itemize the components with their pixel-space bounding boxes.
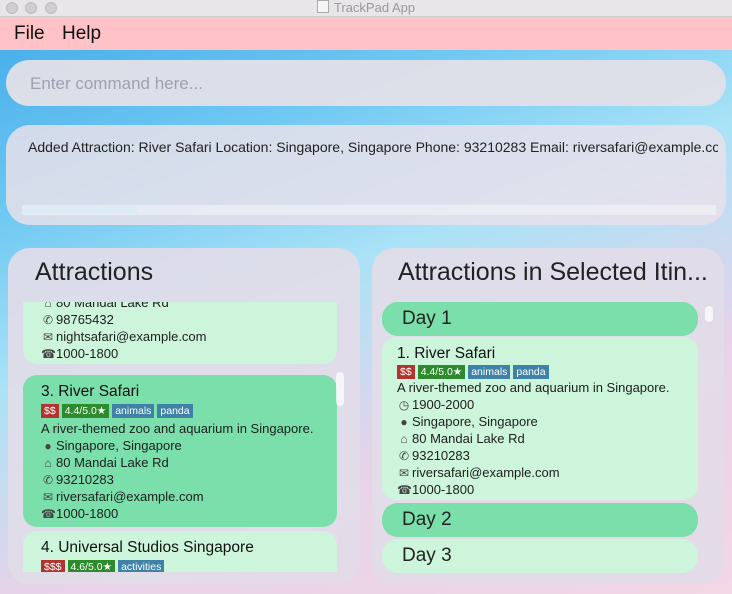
price-tag: $$	[41, 404, 59, 418]
attraction-description: A river-themed zoo and aquarium in Singa…	[41, 421, 314, 436]
attraction-phone: 93210283	[56, 472, 114, 487]
rating-tag: 4.4/5.0★	[417, 365, 466, 379]
itinerary-attraction-card[interactable]: 1. River Safari $$ 4.4/5.0★ animals panda A…	[382, 337, 698, 500]
day-label: Day 2	[402, 509, 452, 530]
window-title: TrackPad App	[0, 0, 732, 16]
house-icon: ⌂	[400, 432, 408, 446]
day-label: Day 1	[402, 308, 452, 329]
command-input[interactable]	[28, 60, 712, 108]
attraction-email: riversafari@example.com	[412, 465, 560, 480]
rating-tag: 4.4/5.0★	[61, 404, 110, 418]
globe-icon: ●	[400, 415, 408, 429]
day-label: Day 3	[402, 545, 452, 566]
attraction-location: Singapore, Singapore	[56, 438, 182, 453]
email-icon: ✉	[42, 490, 54, 504]
result-horizontal-scrollbar[interactable]	[22, 205, 716, 215]
tag-label: activities	[118, 560, 165, 572]
attraction-hours: 1000-1800	[56, 346, 119, 361]
day-header-2[interactable]: Day 2	[382, 503, 698, 537]
tag-label: panda	[157, 404, 193, 418]
attraction-address: 80 Mandai Lake Rd	[412, 431, 525, 446]
clock-board-icon: ☎	[41, 507, 56, 521]
itinerary-scrollbar[interactable]	[705, 306, 713, 322]
price-tag: $$$	[41, 560, 65, 572]
tag-label: animals	[112, 404, 155, 418]
itinerary-title: Attractions in Selected Itin...	[398, 258, 708, 286]
clock-board-icon: ☎	[397, 483, 412, 497]
phone-icon: ✆	[398, 449, 410, 463]
attraction-hours: 1000-1800	[56, 506, 119, 521]
command-box	[6, 60, 726, 108]
attraction-hours: 1000-1800	[412, 482, 475, 497]
attraction-address: 80 Mandai Lake Rd	[56, 302, 169, 310]
itinerary-panel: Attractions in Selected Itin... Day 1 1.…	[372, 248, 724, 584]
attraction-email: riversafari@example.com	[56, 489, 204, 504]
attraction-card-partial[interactable]: ⌂ 80 Mandai Lake Rd ✆ 98765432 ✉ nightsafar…	[23, 302, 337, 364]
attraction-address: 80 Mandai Lake Rd	[56, 455, 169, 470]
attraction-name: 1. River Safari	[397, 345, 496, 362]
clock-board-icon: ☎	[41, 347, 56, 361]
attraction-card-next[interactable]: 4. Universal Studios Singapore $$$ 4.6/5.…	[23, 531, 337, 572]
price-tag: $$	[397, 365, 415, 379]
attraction-name: 3. River Safari	[41, 383, 140, 400]
day-header-1[interactable]: Day 1	[382, 302, 698, 336]
email-icon: ✉	[398, 466, 410, 480]
attraction-description: A river-themed zoo and aquarium in Singa…	[397, 380, 670, 395]
phone-icon: ✆	[42, 473, 54, 487]
globe-icon: ●	[44, 439, 52, 453]
house-icon: ⌂	[44, 456, 52, 470]
phone-icon: ✆	[42, 313, 54, 327]
result-text: Added Attraction: River Safari Location:…	[28, 139, 718, 155]
result-scrollbar-thumb[interactable]	[24, 206, 138, 214]
menu-file[interactable]: File	[14, 17, 45, 50]
attraction-location: Singapore, Singapore	[412, 414, 538, 429]
attraction-phone: 93210283	[412, 448, 470, 463]
attraction-phone: 98765432	[56, 312, 114, 327]
day-header-3[interactable]: Day 3	[382, 539, 698, 573]
attractions-panel: Attractions ⌂ 80 Mandai Lake Rd ✆ 98765432…	[8, 248, 360, 584]
window-title-text: TrackPad App	[333, 0, 416, 15]
attraction-card-selected[interactable]: 3. River Safari $$ 4.4/5.0★ animals panda A…	[23, 375, 337, 527]
result-display: Added Attraction: River Safari Location:…	[6, 125, 726, 225]
attraction-name: 4. Universal Studios Singapore	[41, 539, 254, 556]
attractions-title: Attractions	[35, 258, 154, 286]
attraction-email: nightsafari@example.com	[56, 329, 207, 344]
menu-bar: File Help	[0, 17, 732, 50]
tag-label: panda	[513, 365, 549, 379]
rating-tag: 4.6/5.0★	[67, 560, 116, 572]
app-icon	[316, 0, 329, 13]
attractions-scrollbar[interactable]	[336, 372, 344, 406]
visit-time: 1900-2000	[412, 397, 475, 412]
attractions-list[interactable]: ⌂ 80 Mandai Lake Rd ✆ 98765432 ✉ nightsafar…	[23, 302, 345, 572]
clock-icon: ◷	[398, 398, 410, 412]
window-titlebar: TrackPad App	[0, 0, 732, 17]
tag-label: animals	[468, 365, 511, 379]
menu-help[interactable]: Help	[62, 17, 101, 50]
email-icon: ✉	[42, 330, 54, 344]
